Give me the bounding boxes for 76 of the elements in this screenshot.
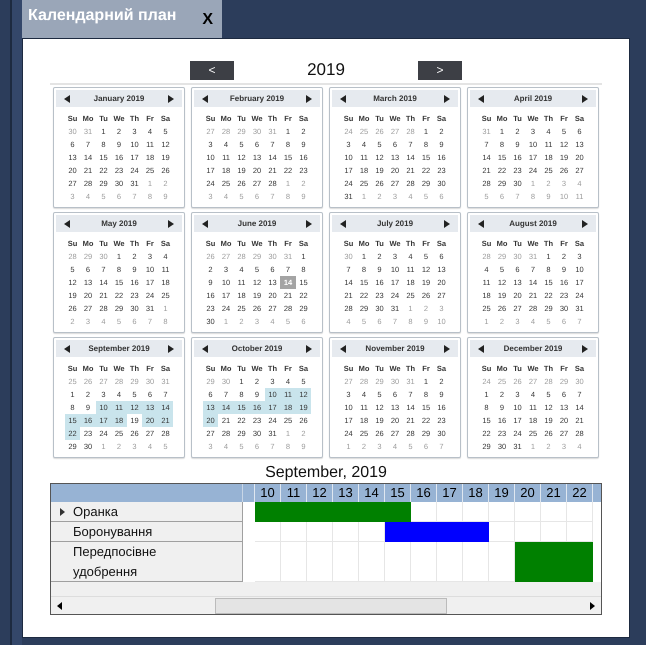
- triangle-left-icon: [202, 344, 208, 352]
- previous-month-button[interactable]: [202, 220, 208, 228]
- triangle-left-icon: [478, 344, 484, 352]
- month-title: May 2019: [101, 218, 137, 230]
- month-title: June 2019: [238, 218, 276, 230]
- next-month-button[interactable]: [168, 344, 174, 352]
- previous-month-button[interactable]: [64, 344, 70, 352]
- month-title: December 2019: [504, 342, 562, 354]
- triangle-right-icon: [444, 220, 450, 228]
- next-month-button[interactable]: [582, 94, 588, 102]
- triangle-right-icon: [306, 344, 312, 352]
- next-month-button[interactable]: [168, 94, 174, 102]
- triangle-right-icon: [306, 220, 312, 228]
- previous-month-button[interactable]: [202, 344, 208, 352]
- month-title: April 2019: [514, 92, 552, 104]
- year-label: 2019: [306, 59, 346, 82]
- row-selector[interactable]: [58, 506, 66, 518]
- triangle-right-icon: [582, 220, 588, 228]
- task-row-header[interactable]: Боронування: [51, 522, 243, 542]
- triangle-right-icon: [582, 344, 588, 352]
- next-year-button[interactable]: >: [418, 60, 462, 80]
- task-row-header[interactable]: Оранка: [51, 502, 243, 522]
- tab-title: Календарний план: [28, 6, 176, 26]
- triangle-left-icon: [202, 94, 208, 102]
- next-month-button[interactable]: [582, 344, 588, 352]
- next-month-button[interactable]: [444, 220, 450, 228]
- triangle-right-icon: [444, 344, 450, 352]
- triangle-left-icon: [478, 94, 484, 102]
- triangle-left-icon: [340, 94, 346, 102]
- task-label: Передпосівне удобрення: [73, 543, 158, 581]
- triangle-left-icon: [64, 344, 70, 352]
- triangle-left-icon: [202, 220, 208, 228]
- month-title: October 2019: [232, 342, 282, 354]
- triangle-right-icon: [168, 220, 174, 228]
- previous-year-button[interactable]: <: [190, 60, 234, 80]
- month-title: September 2019: [88, 342, 150, 354]
- scroll-thumb[interactable]: [215, 598, 447, 614]
- month-title: July 2019: [376, 218, 414, 230]
- triangle-left-icon: [340, 220, 346, 228]
- triangle-right-icon: [582, 94, 588, 102]
- previous-month-button[interactable]: [478, 94, 484, 102]
- next-month-button[interactable]: [444, 344, 450, 352]
- close-button[interactable]: X: [202, 10, 214, 30]
- task-label: Оранка: [73, 503, 119, 521]
- task-label: Боронування: [73, 523, 154, 541]
- next-month-button[interactable]: [306, 94, 312, 102]
- next-month-button[interactable]: [306, 344, 312, 352]
- previous-month-button[interactable]: [478, 344, 484, 352]
- month-title: March 2019: [373, 92, 417, 104]
- horizontal-scrollbar[interactable]: [51, 596, 601, 614]
- triangle-right-icon: [168, 344, 174, 352]
- previous-month-button[interactable]: [202, 94, 208, 102]
- next-month-button[interactable]: [306, 220, 312, 228]
- month-title: January 2019: [94, 92, 144, 104]
- previous-month-button[interactable]: [64, 220, 70, 228]
- triangle-left-icon: [64, 220, 70, 228]
- previous-month-button[interactable]: [340, 344, 346, 352]
- next-month-button[interactable]: [444, 94, 450, 102]
- triangle-right-icon: [168, 94, 174, 102]
- tab[interactable]: Календарний план X: [22, 0, 222, 38]
- triangle-left-icon: [478, 220, 484, 228]
- month-title: August 2019: [509, 218, 557, 230]
- triangle-right-icon: [444, 94, 450, 102]
- month-title: November 2019: [365, 342, 425, 354]
- previous-month-button[interactable]: [478, 220, 484, 228]
- next-month-button[interactable]: [168, 220, 174, 228]
- gantt-title: September, 2019: [265, 463, 387, 483]
- previous-month-button[interactable]: [340, 94, 346, 102]
- month-title: February 2019: [230, 92, 284, 104]
- task-row-header[interactable]: Передпосівне удобрення: [51, 542, 243, 582]
- triangle-left-icon: [340, 344, 346, 352]
- next-month-button[interactable]: [582, 220, 588, 228]
- triangle-left-icon: [64, 94, 70, 102]
- previous-month-button[interactable]: [340, 220, 346, 228]
- previous-month-button[interactable]: [64, 94, 70, 102]
- triangle-right-icon: [306, 94, 312, 102]
